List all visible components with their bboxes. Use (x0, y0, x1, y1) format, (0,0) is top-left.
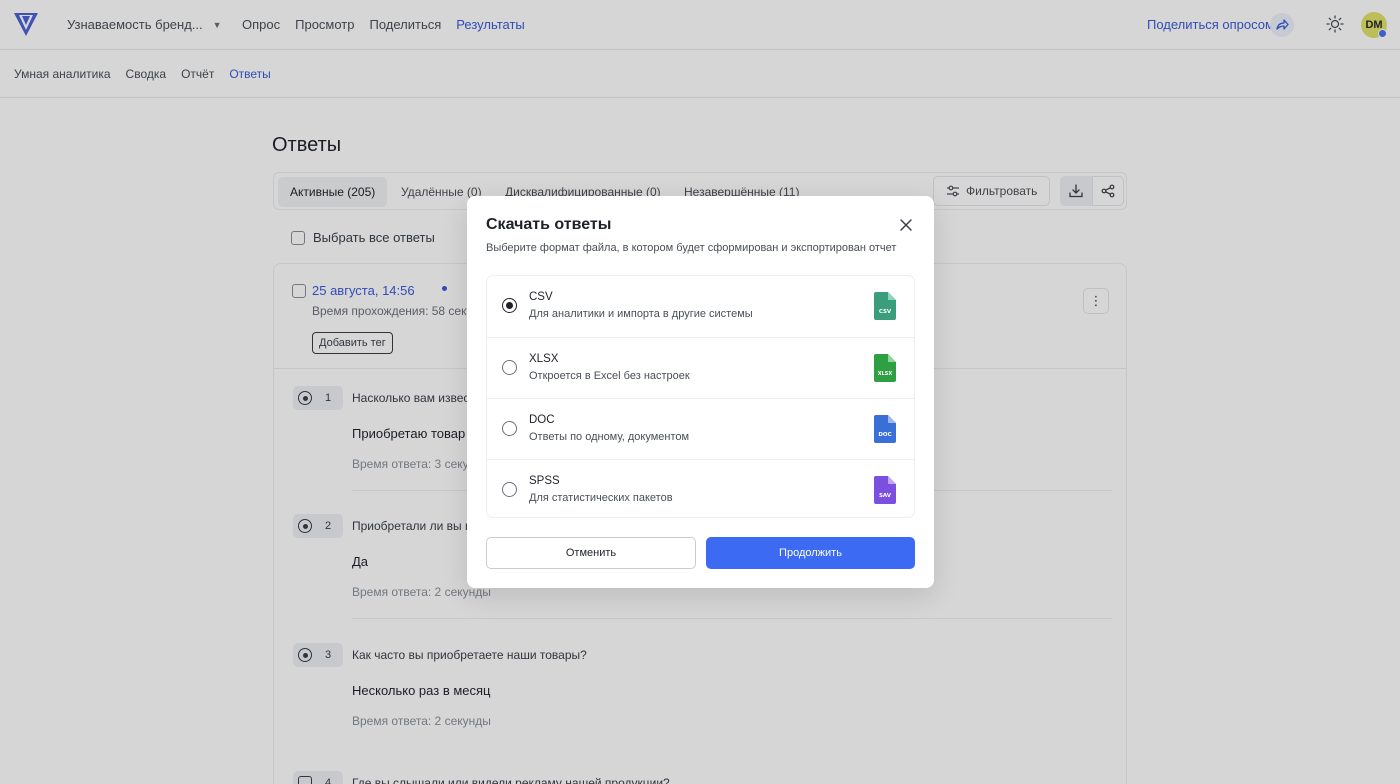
doc-file-icon: DOC (874, 415, 896, 443)
format-option-csv[interactable]: CSV Для аналитики и импорта в другие сис… (487, 276, 914, 337)
format-description: Для аналитики и импорта в другие системы (529, 308, 753, 320)
format-option-spss[interactable]: SPSS Для статистических пакетов SAV (487, 459, 914, 517)
modal-subtitle: Выберите формат файла, в котором будет с… (486, 242, 897, 254)
xlsx-file-icon: XLSX (874, 354, 896, 382)
format-option-doc[interactable]: DOC Ответы по одному, документом DOC (487, 398, 914, 459)
format-radio[interactable] (502, 298, 517, 313)
svg-text:CSV: CSV (879, 309, 892, 315)
format-description: Ответы по одному, документом (529, 431, 690, 443)
svg-text:DOC: DOC (878, 432, 891, 438)
csv-file-icon: CSV (874, 292, 896, 320)
download-modal: Скачать ответы Выберите формат файла, в … (467, 196, 934, 588)
svg-text:SAV: SAV (879, 493, 892, 499)
format-options: CSV Для аналитики и импорта в другие сис… (486, 275, 915, 518)
modal-title: Скачать ответы (486, 216, 612, 233)
format-name: DOC (529, 414, 555, 426)
format-option-xlsx[interactable]: XLSX Откроется в Excel без настроек XLSX (487, 337, 914, 398)
continue-button[interactable]: Продолжить (706, 537, 915, 569)
format-radio[interactable] (502, 421, 517, 436)
svg-text:XLSX: XLSX (878, 371, 893, 377)
format-name: XLSX (529, 353, 559, 365)
close-icon[interactable] (898, 217, 914, 233)
sav-file-icon: SAV (874, 476, 896, 504)
format-radio[interactable] (502, 360, 517, 375)
format-description: Откроется в Excel без настроек (529, 370, 690, 382)
cancel-button[interactable]: Отменить (486, 537, 696, 569)
format-name: SPSS (529, 475, 560, 487)
format-radio[interactable] (502, 482, 517, 497)
format-name: CSV (529, 291, 553, 303)
format-description: Для статистических пакетов (529, 492, 673, 504)
